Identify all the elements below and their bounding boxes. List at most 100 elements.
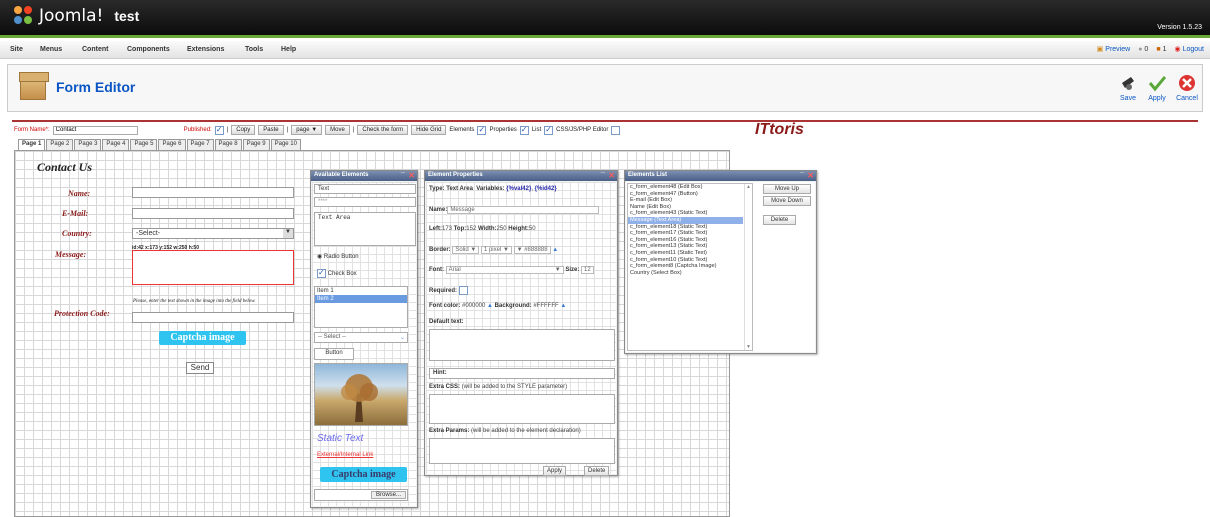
password-element[interactable]: **** — [314, 197, 416, 207]
apply-button[interactable]: Apply — [1144, 74, 1170, 102]
chevron-up-icon[interactable]: ▲ — [746, 184, 751, 190]
tab-page-9[interactable]: Page 9 — [242, 139, 270, 150]
browse-button[interactable]: Browse... — [370, 491, 406, 499]
list-item[interactable]: c_form_element16 (Static Text) — [628, 237, 743, 244]
select-element[interactable]: -- Select -- ⌄ — [314, 332, 408, 343]
email-label[interactable]: E-Mail: — [62, 209, 88, 218]
apply-properties-button[interactable]: Apply — [543, 466, 567, 476]
list-checkbox[interactable] — [544, 125, 554, 135]
save-button[interactable]: Save — [1115, 74, 1141, 102]
form-name-input[interactable] — [52, 125, 138, 135]
tab-page-1[interactable]: Page 1 — [18, 139, 46, 150]
minimize-icon[interactable]: ─ — [601, 170, 605, 176]
copy-button[interactable]: Copy — [231, 125, 256, 135]
captcha-element[interactable]: Captcha image — [320, 467, 407, 482]
menu-content[interactable]: Content — [82, 46, 108, 53]
checkbox-element[interactable]: Check Box — [314, 268, 416, 280]
panel-header[interactable]: Elements List ─ ✕ — [625, 170, 816, 181]
width-input[interactable]: 250 — [497, 226, 507, 232]
email-field[interactable] — [132, 208, 294, 219]
list-item-selected[interactable]: Message (Text Area) — [628, 216, 743, 224]
listbox-element[interactable]: Item 1 Item 2 — [314, 286, 408, 328]
color-picker-icon[interactable]: ▲ — [487, 303, 493, 309]
extra-params-input[interactable] — [429, 438, 615, 464]
list-item[interactable]: c_form_element43 (Static Text) — [628, 210, 743, 217]
list-item[interactable]: c_form_element18 (Static Text) — [628, 224, 743, 231]
minimize-icon[interactable]: ─ — [800, 170, 804, 176]
tab-page-8[interactable]: Page 8 — [214, 139, 242, 150]
list-item[interactable]: c_form_element47 (Button) — [628, 191, 743, 198]
close-icon[interactable]: ✕ — [408, 171, 415, 180]
required-checkbox[interactable] — [458, 286, 468, 295]
name-field[interactable] — [132, 187, 294, 198]
move-down-button[interactable]: Move Down — [763, 196, 811, 206]
list-item[interactable]: Item 1 — [315, 287, 407, 295]
file-upload-element[interactable]: Browse... — [314, 489, 408, 501]
textarea-element[interactable]: Text Area — [314, 212, 416, 246]
default-text-input[interactable] — [429, 329, 615, 361]
scrollbar[interactable]: ▲ ▼ — [744, 184, 752, 350]
border-color-input[interactable]: ▼ #888888 — [513, 246, 551, 254]
list-item[interactable]: c_form_element48 (Edit Box) — [628, 184, 743, 191]
list-item[interactable]: c_form_element11 (Static Text) — [628, 250, 743, 257]
top-input[interactable]: 152 — [466, 226, 476, 232]
background-color-input[interactable]: #FFFFFF — [533, 303, 558, 309]
list-item[interactable]: Item 2 — [315, 295, 407, 303]
message-label[interactable]: Message: — [55, 250, 86, 259]
panel-header[interactable]: Element Properties ─ ✕ — [425, 170, 617, 181]
text-element[interactable]: Text — [314, 184, 416, 194]
country-label[interactable]: Country: — [62, 229, 92, 238]
move-up-button[interactable]: Move Up — [763, 184, 811, 194]
preview-link[interactable]: ▣ Preview — [1097, 45, 1131, 54]
form-heading[interactable]: Contact Us — [37, 160, 92, 175]
chevron-down-icon[interactable]: ▼ — [746, 344, 751, 350]
paste-button[interactable]: Paste — [258, 125, 284, 135]
country-select[interactable]: -Select- ▼ — [132, 228, 294, 239]
menu-components[interactable]: Components — [127, 46, 170, 53]
hide-grid-button[interactable]: Hide Grid — [411, 125, 447, 135]
font-color-input[interactable]: #000000 — [462, 303, 485, 309]
tab-page-7[interactable]: Page 7 — [186, 139, 214, 150]
cancel-button[interactable]: Cancel — [1174, 74, 1200, 102]
list-item[interactable]: c_form_element8 (Captcha Image) — [628, 263, 743, 270]
color-picker-icon[interactable]: ▲ — [560, 303, 566, 309]
name-label[interactable]: Name: — [68, 189, 90, 198]
name-input[interactable]: Message — [447, 206, 600, 214]
list-item[interactable]: c_form_element13 (Static Text) — [628, 243, 743, 250]
menu-tools[interactable]: Tools — [245, 46, 263, 53]
delete-element-button[interactable]: Delete — [584, 466, 610, 476]
extra-css-input[interactable] — [429, 394, 615, 424]
close-icon[interactable]: ✕ — [807, 171, 814, 180]
list-item[interactable]: Country (Select Box) — [628, 270, 743, 277]
move-button[interactable]: Move — [325, 125, 350, 135]
page-select[interactable]: page ▼ — [291, 125, 323, 135]
tab-page-6[interactable]: Page 6 — [158, 139, 186, 150]
css-editor-checkbox[interactable] — [611, 125, 621, 135]
menu-menus[interactable]: Menus — [40, 46, 62, 53]
tab-page-2[interactable]: Page 2 — [46, 139, 74, 150]
height-input[interactable]: 50 — [529, 226, 536, 232]
tab-page-4[interactable]: Page 4 — [102, 139, 130, 150]
variable-value[interactable]: {%val42} — [506, 186, 531, 192]
list-item[interactable]: c_form_element17 (Static Text) — [628, 230, 743, 237]
check-form-button[interactable]: Check the form — [357, 125, 409, 135]
size-input[interactable]: 12 — [581, 266, 594, 274]
joomla-logo[interactable]: Joomla! test — [14, 6, 139, 26]
tab-page-3[interactable]: Page 3 — [74, 139, 102, 150]
menu-extensions[interactable]: Extensions — [187, 46, 224, 53]
minimize-icon[interactable]: ─ — [401, 170, 405, 176]
protection-label[interactable]: Protection Code: — [54, 309, 110, 318]
left-input[interactable]: 173 — [442, 226, 452, 232]
list-item[interactable]: c_form_element10 (Static Text) — [628, 257, 743, 264]
captcha-image[interactable]: Captcha image — [159, 331, 246, 345]
radio-element[interactable]: ◉ Radio Button — [314, 252, 416, 264]
border-style-select[interactable]: Solid ▼ — [452, 246, 480, 254]
menu-help[interactable]: Help — [281, 46, 296, 53]
delete-button[interactable]: Delete — [763, 215, 796, 225]
tab-page-10[interactable]: Page 10 — [270, 139, 301, 150]
menu-site[interactable]: Site — [10, 46, 23, 53]
button-element[interactable]: Button — [314, 348, 354, 360]
send-button[interactable]: Send — [186, 362, 214, 374]
image-element[interactable] — [314, 363, 408, 426]
panel-header[interactable]: Available Elements ─ ✕ — [311, 170, 417, 181]
